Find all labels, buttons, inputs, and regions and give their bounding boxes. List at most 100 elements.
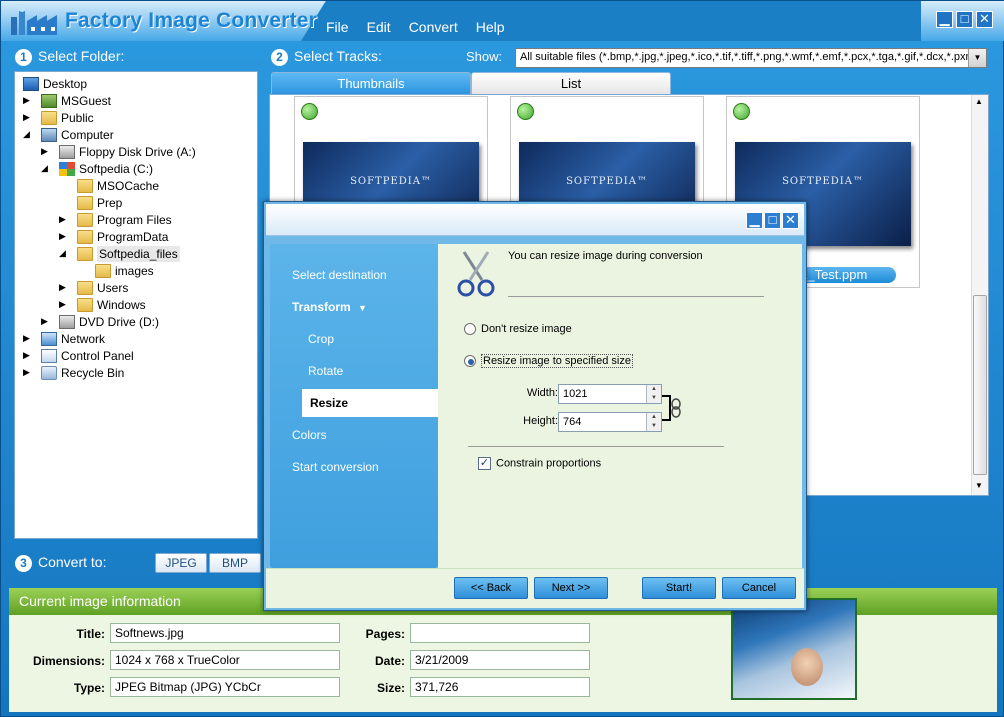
tree-item-public[interactable]: ▶ Public bbox=[23, 109, 94, 126]
spin-up-icon[interactable]: ▲ bbox=[647, 413, 661, 422]
spin-down-icon[interactable]: ▼ bbox=[647, 394, 661, 403]
nav-rotate[interactable]: Rotate bbox=[308, 364, 343, 378]
tree-item-windows[interactable]: ▶ Windows bbox=[59, 296, 146, 313]
nav-select-destination[interactable]: Select destination bbox=[292, 268, 387, 282]
tree-item-msguest[interactable]: ▶ MSGuest bbox=[23, 92, 111, 109]
tree-item-label: Softpedia (C:) bbox=[79, 161, 154, 176]
tree-item-recycle-bin[interactable]: ▶ Recycle Bin bbox=[23, 364, 124, 381]
tree-item-label: Desktop bbox=[43, 76, 88, 91]
constrain-proportions-option[interactable]: ✓ Constrain proportions bbox=[478, 457, 601, 470]
nav-transform[interactable]: Transform ▼ bbox=[292, 300, 367, 314]
tree-item-programdata[interactable]: ▶ ProgramData bbox=[59, 228, 168, 245]
minimize-button[interactable]: ▁ bbox=[936, 11, 953, 28]
tab-list[interactable]: List bbox=[471, 72, 671, 95]
dvd-drive-icon bbox=[59, 314, 75, 329]
resize-radio[interactable] bbox=[464, 355, 476, 368]
no-resize-option[interactable]: Don't resize image bbox=[464, 323, 572, 336]
scroll-down-icon[interactable]: ▼ bbox=[975, 481, 983, 490]
expand-arrow-icon[interactable]: ▶ bbox=[41, 316, 51, 327]
dimensions-field: 1024 x 768 x TrueColor bbox=[110, 650, 340, 670]
selected-check-icon[interactable] bbox=[301, 103, 318, 120]
tree-item-label: ProgramData bbox=[97, 229, 169, 244]
expand-arrow-icon[interactable]: ▶ bbox=[41, 146, 51, 157]
file-filter-value: All suitable files (*.bmp,*.jpg,*.jpeg,*… bbox=[520, 51, 986, 63]
expand-arrow-icon[interactable]: ▶ bbox=[23, 112, 33, 123]
height-label: Height: bbox=[523, 415, 558, 427]
expand-arrow-icon[interactable]: ▶ bbox=[59, 231, 69, 242]
tree-item-prep[interactable]: Prep bbox=[77, 194, 122, 211]
scroll-thumb[interactable] bbox=[973, 295, 987, 475]
tab-thumbnails[interactable]: Thumbnails bbox=[271, 72, 471, 95]
cancel-button[interactable]: Cancel bbox=[722, 577, 796, 599]
size-field: 371,726 bbox=[410, 677, 590, 697]
menu-file[interactable]: File bbox=[317, 9, 358, 49]
height-input[interactable]: 764 ▲ ▼ bbox=[558, 412, 662, 432]
dimensions-label: Dimensions: bbox=[32, 654, 105, 668]
format-jpeg-button[interactable]: JPEG bbox=[155, 553, 207, 573]
folder-tree[interactable]: Desktop ▶ MSGuest ▶ Public ◢ Computer ▶ Flop… bbox=[14, 71, 258, 539]
minimize-icon: ▁ bbox=[939, 11, 950, 26]
dialog-maximize-button[interactable]: □ bbox=[764, 212, 781, 229]
collapse-arrow-icon[interactable]: ◢ bbox=[23, 129, 33, 140]
tree-item-users[interactable]: ▶ Users bbox=[59, 279, 128, 296]
no-resize-radio[interactable] bbox=[464, 323, 476, 336]
spin-down-icon[interactable]: ▼ bbox=[647, 422, 661, 431]
start-button[interactable]: Start! bbox=[642, 577, 716, 599]
close-button[interactable]: ✕ bbox=[976, 11, 993, 28]
tree-item-desktop[interactable]: Desktop bbox=[23, 75, 87, 92]
constrain-proportions-checkbox[interactable]: ✓ bbox=[478, 457, 491, 470]
width-spinner[interactable]: ▲ ▼ bbox=[646, 385, 661, 403]
tree-item-images[interactable]: images bbox=[95, 262, 154, 279]
tree-item-floppy[interactable]: ▶ Floppy Disk Drive (A:) bbox=[41, 143, 196, 160]
file-filter-select[interactable]: All suitable files (*.bmp,*.jpg,*.jpeg,*… bbox=[515, 48, 987, 68]
expand-arrow-icon[interactable]: ▶ bbox=[23, 333, 33, 344]
chevron-down-icon[interactable]: ▼ bbox=[968, 49, 986, 67]
tree-item-label: Program Files bbox=[97, 212, 172, 227]
expand-arrow-icon[interactable]: ▶ bbox=[59, 282, 69, 293]
tree-item-computer[interactable]: ◢ Computer bbox=[23, 126, 114, 143]
dialog-minimize-button[interactable]: ▁ bbox=[746, 212, 763, 229]
tree-item-label: Prep bbox=[97, 195, 123, 210]
link-chain-icon[interactable] bbox=[662, 394, 682, 422]
next-button[interactable]: Next >> bbox=[534, 577, 608, 599]
nav-start-conversion[interactable]: Start conversion bbox=[292, 460, 379, 474]
scroll-up-icon[interactable]: ▲ bbox=[975, 97, 983, 106]
collapse-arrow-icon[interactable]: ◢ bbox=[59, 248, 69, 259]
tree-item-program-files[interactable]: ▶ Program Files bbox=[59, 211, 172, 228]
expand-arrow-icon[interactable]: ▶ bbox=[23, 367, 33, 378]
spin-up-icon[interactable]: ▲ bbox=[647, 385, 661, 394]
maximize-button[interactable]: □ bbox=[956, 11, 973, 28]
resize-option[interactable]: Resize image to specified size bbox=[464, 354, 633, 368]
expand-arrow-icon[interactable]: ▶ bbox=[23, 350, 33, 361]
expand-arrow-icon[interactable]: ▶ bbox=[59, 299, 69, 310]
thumbnail-scrollbar[interactable]: ▲ ▼ bbox=[971, 95, 988, 495]
tree-item-softpedia-c[interactable]: ◢ Softpedia (C:) bbox=[41, 160, 153, 177]
nav-crop[interactable]: Crop bbox=[308, 332, 334, 346]
expand-arrow-icon[interactable]: ▶ bbox=[23, 95, 33, 106]
menu-convert[interactable]: Convert bbox=[400, 9, 467, 49]
format-bmp-button[interactable]: BMP bbox=[209, 553, 261, 573]
tree-item-msocache[interactable]: MSOCache bbox=[77, 177, 159, 194]
selected-check-icon[interactable] bbox=[517, 103, 534, 120]
menu-help[interactable]: Help bbox=[467, 9, 514, 49]
floppy-drive-icon bbox=[59, 144, 75, 159]
tree-item-dvd[interactable]: ▶ DVD Drive (D:) bbox=[41, 313, 159, 330]
height-spinner[interactable]: ▲ ▼ bbox=[646, 413, 661, 431]
constrain-proportions-label: Constrain proportions bbox=[496, 457, 602, 470]
control-panel-icon bbox=[41, 348, 57, 363]
back-button[interactable]: << Back bbox=[454, 577, 528, 599]
dialog-close-button[interactable]: ✕ bbox=[782, 212, 799, 229]
collapse-arrow-icon[interactable]: ◢ bbox=[41, 163, 51, 174]
factory-logo-icon bbox=[11, 6, 57, 35]
tree-item-control-panel[interactable]: ▶ Control Panel bbox=[23, 347, 134, 364]
tree-item-softpedia-files[interactable]: ◢ Softpedia_files bbox=[59, 245, 180, 262]
minimize-icon: ▁ bbox=[749, 212, 760, 227]
nav-resize[interactable]: Resize bbox=[302, 389, 438, 417]
expand-arrow-icon[interactable]: ▶ bbox=[59, 214, 69, 225]
menu-edit[interactable]: Edit bbox=[358, 9, 400, 49]
width-input[interactable]: 1021 ▲ ▼ bbox=[558, 384, 662, 404]
tree-item-network[interactable]: ▶ Network bbox=[23, 330, 105, 347]
resize-options-panel: You can resize image during conversion D… bbox=[438, 244, 802, 568]
selected-check-icon[interactable] bbox=[733, 103, 750, 120]
nav-colors[interactable]: Colors bbox=[292, 428, 327, 442]
